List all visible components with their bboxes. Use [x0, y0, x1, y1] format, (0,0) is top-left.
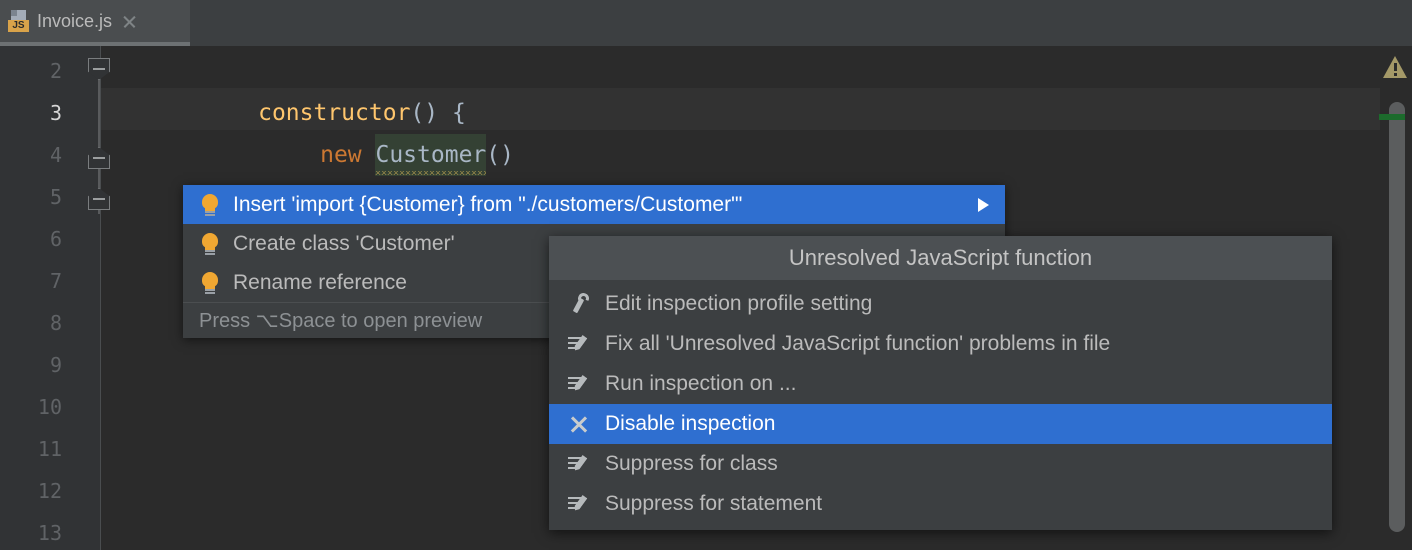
editor-tab-bar: JS Invoice.js	[0, 0, 1412, 46]
submenu-item-label: Fix all 'Unresolved JavaScript function'…	[605, 332, 1111, 355]
code-token-unresolved-identifier[interactable]: Customer	[375, 134, 487, 176]
fold-marker-collapse[interactable]	[88, 58, 110, 80]
submenu-item-label: Run inspection on ...	[605, 372, 797, 395]
lightbulb-icon	[199, 232, 221, 256]
js-badge-label: JS	[8, 20, 29, 32]
js-file-icon: JS	[8, 9, 30, 33]
submenu-item-disable-inspection[interactable]: Disable inspection	[549, 404, 1332, 444]
tab-invoice-js[interactable]: JS Invoice.js	[0, 0, 190, 46]
quick-fix-label: Insert 'import {Customer} from "./custom…	[233, 192, 743, 216]
close-icon[interactable]	[121, 13, 138, 30]
line-number: 7	[49, 269, 62, 293]
line-number: 6	[49, 227, 62, 251]
submenu-item-fix-all-problems[interactable]: Fix all 'Unresolved JavaScript function'…	[549, 324, 1332, 364]
submenu-item-suppress-for-statement[interactable]: Suppress for statement	[549, 484, 1332, 524]
quick-fix-item-insert-import[interactable]: Insert 'import {Customer} from "./custom…	[183, 185, 1005, 224]
fold-marker-collapse[interactable]	[88, 188, 110, 210]
line-number: 4	[49, 143, 62, 167]
submenu-item-label: Disable inspection	[605, 412, 776, 435]
editor-marker-bar[interactable]	[1379, 46, 1412, 550]
code-line-3: new Customer()	[237, 92, 514, 176]
submenu-item-suppress-for-class[interactable]: Suppress for class	[549, 444, 1332, 484]
edit-icon	[567, 333, 593, 355]
submenu-item-run-inspection-on[interactable]: Run inspection on ...	[549, 364, 1332, 404]
edit-icon	[567, 453, 593, 475]
warning-triangle-icon[interactable]	[1383, 56, 1407, 78]
close-x-icon	[567, 413, 593, 435]
tab-title: Invoice.js	[37, 10, 113, 31]
edit-icon	[567, 493, 593, 515]
change-marker-stripe[interactable]	[1379, 114, 1405, 120]
submenu-item-label: Edit inspection profile setting	[605, 292, 873, 315]
chevron-right-icon[interactable]	[978, 197, 989, 212]
code-line-2: constructor() {	[175, 50, 466, 126]
inspection-submenu[interactable]: Unresolved JavaScript function Edit insp…	[549, 236, 1332, 530]
identifier-text: Customer	[375, 142, 487, 168]
code-token-keyword: new	[320, 142, 376, 168]
lightbulb-icon	[199, 271, 221, 295]
tab-bar-empty-area	[190, 0, 1412, 46]
submenu-list: Edit inspection profile setting Fix all …	[549, 280, 1332, 530]
line-number: 10	[37, 395, 62, 419]
wrench-icon	[567, 293, 593, 315]
ide-window: JS Invoice.js 2 3 4 5 6 7 8 9 10 11 12 1…	[0, 0, 1412, 550]
code-editor[interactable]: 2 3 4 5 6 7 8 9 10 11 12 13 constructor(…	[0, 46, 1412, 550]
line-number: 12	[37, 479, 62, 503]
submenu-item-edit-inspection-profile[interactable]: Edit inspection profile setting	[549, 284, 1332, 324]
line-number: 13	[37, 521, 62, 545]
line-number: 11	[37, 437, 62, 461]
edit-icon	[567, 373, 593, 395]
submenu-item-label: Suppress for statement	[605, 492, 823, 515]
submenu-item-label: Suppress for class	[605, 452, 778, 475]
line-number: 2	[49, 59, 62, 83]
error-squiggle-underline	[375, 171, 487, 175]
vertical-scrollbar-thumb[interactable]	[1389, 102, 1405, 532]
line-number: 8	[49, 311, 62, 335]
lightbulb-icon	[199, 193, 221, 217]
line-number: 3	[49, 101, 62, 125]
line-number: 5	[49, 185, 62, 209]
fold-marker-collapse[interactable]	[88, 147, 110, 169]
submenu-header: Unresolved JavaScript function	[549, 236, 1332, 280]
code-token-plain: ()	[486, 142, 514, 168]
gutter-separator	[100, 46, 101, 550]
line-number: 9	[49, 353, 62, 377]
